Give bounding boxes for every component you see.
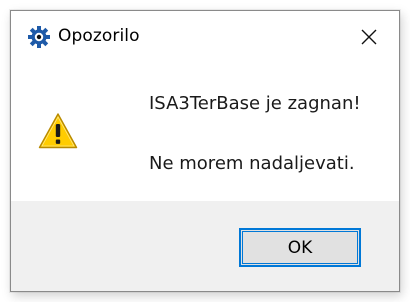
button-bar: OK bbox=[11, 201, 399, 291]
warning-icon bbox=[38, 112, 78, 150]
message-line-2: Ne morem nadaljevati. bbox=[149, 153, 355, 174]
window-title: Opozorilo bbox=[58, 26, 140, 46]
title-bar[interactable]: Opozorilo bbox=[11, 11, 399, 63]
gear-icon bbox=[28, 26, 50, 48]
message-area: ISA3TerBase je zagnan! Ne morem nadaljev… bbox=[11, 63, 399, 201]
ok-button[interactable]: OK bbox=[239, 228, 361, 267]
close-icon bbox=[361, 29, 377, 45]
close-button[interactable] bbox=[339, 11, 399, 63]
message-line-1: ISA3TerBase je zagnan! bbox=[149, 93, 361, 114]
alert-dialog: Opozorilo ISA3TerBase je zagnan! Ne more… bbox=[10, 10, 400, 292]
